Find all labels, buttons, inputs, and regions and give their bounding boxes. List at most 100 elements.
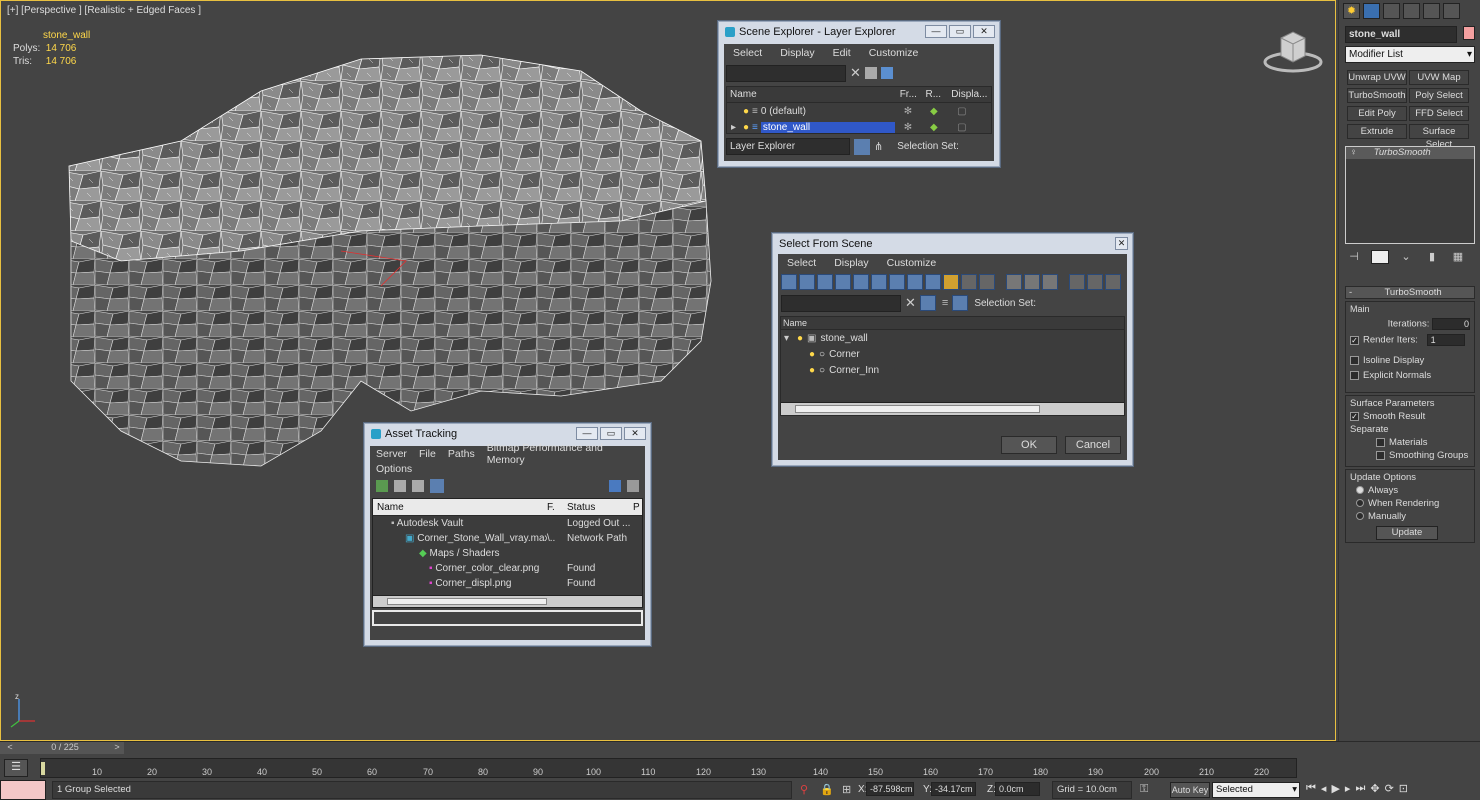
- layer-toggle-button[interactable]: [1105, 274, 1122, 290]
- tree-item-name[interactable]: Corner_Inn: [829, 365, 879, 376]
- menu-select[interactable]: Select: [778, 257, 825, 269]
- make-unique-icon[interactable]: ⌄: [1397, 250, 1415, 264]
- menu-customize[interactable]: Customize: [878, 257, 946, 269]
- asset-row[interactable]: ◆ Maps / Shaders: [373, 546, 642, 561]
- select-invert-button[interactable]: [1042, 274, 1059, 290]
- x-coord-field[interactable]: -87.598cm: [866, 782, 914, 796]
- key-icon[interactable]: ⚿: [1140, 783, 1148, 796]
- display-frozen-button[interactable]: [961, 274, 977, 290]
- viewcube-icon[interactable]: [1261, 26, 1325, 76]
- extrude-button[interactable]: Extrude: [1347, 124, 1407, 139]
- freeze-icon[interactable]: ✻: [895, 122, 921, 133]
- filter-button[interactable]: [1069, 274, 1086, 290]
- selection-lock-icon[interactable]: 🔒: [820, 783, 834, 796]
- trackbar[interactable]: [40, 758, 1297, 778]
- viewport-label[interactable]: [+] [Perspective ] [Realistic + Edged Fa…: [7, 5, 201, 16]
- update-button[interactable]: Update: [1376, 526, 1438, 540]
- display-hidden-button[interactable]: [979, 274, 995, 290]
- layer-explorer-window[interactable]: Scene Explorer - Layer Explorer — ▭ ✕ Se…: [718, 21, 1000, 167]
- isoline-display-checkbox[interactable]: [1350, 355, 1359, 365]
- stone-wall-mesh[interactable]: [61, 51, 721, 481]
- turbosmooth-button[interactable]: TurboSmooth: [1347, 88, 1407, 103]
- utilities-tab-icon[interactable]: [1443, 3, 1460, 19]
- orbit-icon[interactable]: ⟳: [1385, 782, 1394, 795]
- grid-view-icon[interactable]: [430, 479, 444, 493]
- play-icon[interactable]: ▶: [1331, 782, 1339, 795]
- light-bulb-icon[interactable]: ●: [743, 122, 749, 133]
- display-tab-icon[interactable]: [1423, 3, 1440, 19]
- menu-server[interactable]: Server: [370, 448, 413, 460]
- select-from-scene-window[interactable]: Select From Scene ✕ Select Display Custo…: [772, 233, 1133, 466]
- menu-paths[interactable]: Paths: [442, 448, 481, 460]
- display-bones-button[interactable]: [925, 274, 941, 290]
- expand-arrow-icon[interactable]: ▸: [727, 122, 737, 133]
- freeze-icon[interactable]: ✻: [895, 106, 921, 117]
- hierarchy-tab-icon[interactable]: [1383, 3, 1400, 19]
- clear-search-icon[interactable]: ✕: [850, 65, 861, 81]
- tree-row[interactable]: ● ○ Corner: [781, 346, 1124, 362]
- zoom-extents-icon[interactable]: ⊡: [1399, 782, 1408, 795]
- configure-sets-icon[interactable]: ▦: [1449, 250, 1467, 264]
- close-button[interactable]: ✕: [1115, 237, 1128, 250]
- smooth-result-checkbox[interactable]: ✓: [1350, 411, 1359, 421]
- poly-select-button[interactable]: Poly Select: [1409, 88, 1469, 103]
- minimize-button[interactable]: —: [925, 25, 947, 38]
- absolute-mode-icon[interactable]: ⊞: [842, 783, 851, 796]
- display-groups-button[interactable]: [889, 274, 905, 290]
- menu-display[interactable]: Display: [825, 257, 877, 269]
- explorer-type-dropdown[interactable]: Layer Explorer: [726, 138, 850, 155]
- z-coord-field[interactable]: 0.0cm: [995, 782, 1040, 796]
- iterations-spinner[interactable]: 0: [1432, 318, 1470, 330]
- asset-path-field[interactable]: [372, 610, 643, 626]
- menu-edit[interactable]: Edit: [824, 47, 860, 59]
- light-bulb-icon[interactable]: ●: [809, 349, 815, 360]
- select-all-button[interactable]: [1006, 274, 1023, 290]
- next-frame-button[interactable]: >: [110, 742, 124, 754]
- maximize-button[interactable]: ▭: [600, 427, 622, 440]
- display-box-icon[interactable]: ▢: [947, 106, 977, 117]
- light-bulb-icon[interactable]: ●: [743, 106, 749, 117]
- remove-modifier-icon[interactable]: ▮: [1423, 250, 1441, 264]
- asset-row[interactable]: ▪ Autodesk Vault Logged Out ...: [373, 516, 642, 531]
- next-key-icon[interactable]: ▸: [1345, 782, 1351, 795]
- layer-name-selected[interactable]: stone_wall: [760, 121, 895, 133]
- horizontal-scrollbar[interactable]: [373, 595, 642, 607]
- asset-row[interactable]: ▪ Corner_displ.png Found: [373, 576, 642, 591]
- asset-row[interactable]: ▪ Corner_color_clear.png Found: [373, 561, 642, 576]
- object-name-field[interactable]: stone_wall: [1345, 26, 1457, 43]
- render-teapot-icon[interactable]: ◆: [921, 106, 947, 117]
- prev-key-icon[interactable]: ◂: [1321, 782, 1327, 795]
- select-from-scene-titlebar[interactable]: Select From Scene: [773, 234, 1132, 254]
- modify-tab-icon[interactable]: [1363, 3, 1380, 19]
- layers-icon[interactable]: ≡: [942, 297, 948, 309]
- col-name[interactable]: Name: [781, 318, 807, 328]
- minimize-button[interactable]: —: [576, 427, 598, 440]
- layer-row[interactable]: ● ≡ 0 (default) ✻ ◆ ▢: [727, 103, 991, 119]
- isolate-icon[interactable]: ⚲: [800, 783, 808, 796]
- hierarchy-mode-icon[interactable]: ⋔: [874, 140, 883, 153]
- layer-options-icon[interactable]: [864, 67, 877, 79]
- sfs-search-input[interactable]: [781, 294, 901, 312]
- rollout-header[interactable]: - TurboSmooth: [1345, 286, 1475, 299]
- hierarchy-icon[interactable]: [952, 295, 969, 311]
- display-geometry-button[interactable]: [781, 274, 797, 290]
- modifier-list-dropdown[interactable]: Modifier List ▾: [1345, 46, 1475, 63]
- ffd-select-button[interactable]: FFD Select: [1409, 106, 1469, 121]
- table-view-icon[interactable]: [412, 480, 424, 492]
- col-name[interactable]: Name: [727, 89, 900, 100]
- surface-select-button[interactable]: Surface Select: [1409, 124, 1469, 150]
- edit-poly-button[interactable]: Edit Poly: [1347, 106, 1407, 121]
- tree-item-name[interactable]: stone_wall: [821, 333, 868, 344]
- explicit-normals-checkbox[interactable]: [1350, 370, 1359, 380]
- menu-file[interactable]: File: [413, 448, 442, 460]
- close-button[interactable]: ✕: [624, 427, 646, 440]
- perspective-viewport[interactable]: [+] [Perspective ] [Realistic + Edged Fa…: [0, 0, 1336, 741]
- display-cameras-button[interactable]: [835, 274, 851, 290]
- create-tab-icon[interactable]: ✹: [1343, 3, 1360, 19]
- find-case-icon[interactable]: [919, 295, 936, 311]
- prev-frame-button[interactable]: <: [0, 742, 20, 754]
- y-coord-field[interactable]: -34.17cm: [931, 782, 976, 796]
- maxscript-listener[interactable]: [0, 780, 46, 800]
- col-f[interactable]: F.: [547, 502, 563, 513]
- col-display[interactable]: Displa...: [951, 89, 991, 100]
